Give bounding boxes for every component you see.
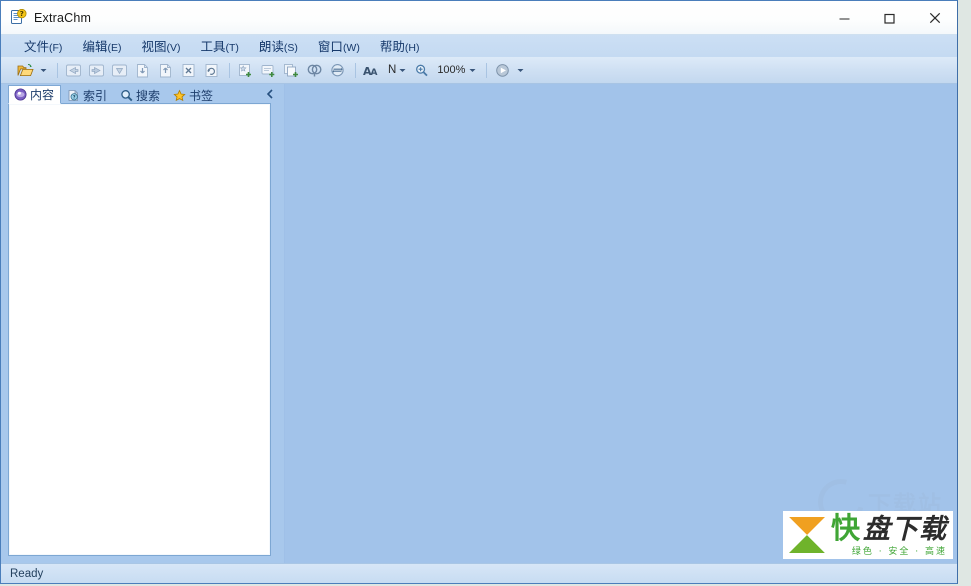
tab-bookmarks-label: 书签 [189,89,214,103]
maximize-button[interactable] [867,1,912,35]
next-page-icon[interactable] [155,60,176,81]
menu-tools-label: 工具 [200,40,226,54]
tab-contents[interactable]: 内容 [8,85,62,104]
status-text: Ready [10,567,44,580]
background-watermark: 下载站 [809,470,943,534]
sync-toc-icon[interactable] [327,60,348,81]
screenshot-root: ? ExtraChm 文件(F) 编辑(E) 视图(V) 工具(T) 朗读(S)… [0,0,971,586]
font-dropdown-chevron-down-icon[interactable] [397,60,408,81]
main-body: 内容 ? 索引 搜索 书签 下载站 快 盘下载 绿色 · 安全 · 高速 [1,84,957,563]
menu-view-mnemonic: (V) [166,42,181,54]
menu-view-label: 视图 [141,40,167,54]
menu-help-mnemonic: (H) [404,42,420,54]
menu-speech-mnemonic: (S) [283,42,298,54]
menu-edit-label: 编辑 [82,40,108,54]
menu-edit[interactable]: 编辑(E) [73,35,130,57]
previous-page-icon[interactable] [132,60,153,81]
menu-window-label: 窗口 [317,40,343,54]
menu-tools[interactable]: 工具(T) [191,35,247,57]
find-magnifier-icon[interactable] [304,60,325,81]
window-controls [822,1,957,35]
close-button[interactable] [912,1,957,35]
menu-window[interactable]: 窗口(W) [309,35,369,57]
menu-speech-label: 朗读 [258,40,284,54]
menu-bar: 文件(F) 编辑(E) 视图(V) 工具(T) 朗读(S) 窗口(W) 帮助(H… [1,35,957,57]
tab-contents-label: 内容 [30,88,55,102]
svg-text:?: ? [72,95,75,101]
status-bar: Ready [1,563,957,583]
open-folder-icon[interactable] [15,60,36,81]
pane-bottom-gap [1,556,278,563]
close-page-icon[interactable] [178,60,199,81]
collapse-left-chevron-icon[interactable] [264,85,276,102]
navigate-down-icon[interactable] [109,60,130,81]
menu-help[interactable]: 帮助(H) [371,35,429,57]
toolbar-separator-2 [229,62,230,78]
menu-tools-mnemonic: (T) [225,42,239,54]
brand-kuai-text: 快 [830,510,860,545]
navigate-back-icon[interactable] [63,60,84,81]
search-magnifier-icon [119,89,133,103]
download-site-watermark-logo: 快 盘下载 绿色 · 安全 · 高速 [782,510,953,559]
play-dropdown-chevron-down-icon[interactable] [515,60,526,81]
navigate-forward-icon[interactable] [86,60,107,81]
menu-help-label: 帮助 [379,40,405,54]
menu-view[interactable]: 视图(V) [132,35,189,57]
svg-text:A: A [371,68,378,78]
minimize-button[interactable] [822,1,867,35]
toolbar-separator-3 [355,62,356,78]
contents-book-icon [13,88,27,102]
refresh-page-icon[interactable] [201,60,222,81]
toolbar-separator [57,62,58,78]
brand-pan-text: 盘下载 [863,513,947,545]
document-view[interactable]: 下载站 快 盘下载 绿色 · 安全 · 高速 [284,84,957,563]
brand-mark-icon [787,515,827,555]
chm-help-document-icon: ? [10,8,27,26]
extrachm-window: ? ExtraChm 文件(F) 编辑(E) 视图(V) 工具(T) 朗读(S)… [0,0,958,584]
menu-file[interactable]: 文件(F) [15,35,71,57]
window-title: ExtraChm [34,10,92,25]
toolbar: A A N 100% [1,57,957,84]
tab-search[interactable]: 搜索 [114,86,167,104]
contents-tree-panel[interactable] [8,103,271,556]
zoom-dropdown-chevron-down-icon[interactable] [467,60,478,81]
watermark-faint-text: 下载站 [868,491,943,517]
menu-file-mnemonic: (F) [49,42,63,54]
font-size-icon[interactable]: A A [361,60,382,81]
menu-edit-mnemonic: (E) [107,42,122,54]
navigation-pane: 内容 ? 索引 搜索 书签 [1,84,278,563]
add-bookmark-icon[interactable] [235,60,256,81]
title-bar: ? ExtraChm [1,1,957,35]
brand-tagline: 绿色 · 安全 · 高速 [851,546,947,557]
play-read-aloud-icon[interactable] [492,60,513,81]
tab-index[interactable]: ? 索引 [61,86,114,104]
bookmark-star-icon [172,89,186,103]
navigation-tabstrip: 内容 ? 索引 搜索 书签 [1,84,278,104]
copy-page-icon[interactable] [281,60,302,81]
menu-window-mnemonic: (W) [342,42,360,54]
tab-bookmarks[interactable]: 书签 [167,86,220,104]
menu-file-label: 文件 [24,40,50,54]
tab-search-label: 搜索 [136,89,161,103]
tab-index-label: 索引 [83,89,108,103]
svg-text:?: ? [20,10,24,18]
index-icon: ? [66,89,80,103]
add-note-icon[interactable] [258,60,279,81]
font-style-label[interactable]: N [388,64,396,76]
open-dropdown-chevron-down-icon[interactable] [38,60,49,81]
zoom-magnifier-icon[interactable] [411,60,432,81]
toolbar-separator-4 [486,62,488,78]
menu-speech[interactable]: 朗读(S) [250,35,307,57]
brand-wordmark: 快 盘下载 绿色 · 安全 · 高速 [830,510,947,557]
zoom-level-value[interactable]: 100% [437,64,465,76]
watermark-ring-icon [809,470,873,534]
